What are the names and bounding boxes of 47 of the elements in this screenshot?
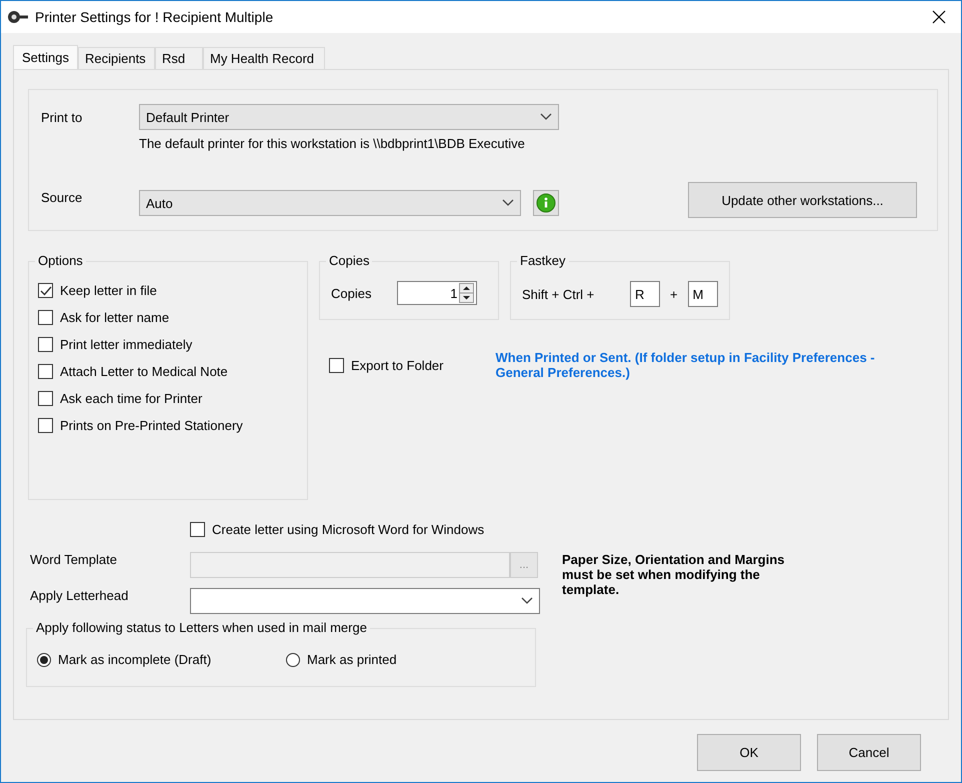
- default-printer-note: The default printer for this workstation is \\bdbprint1\BDB Executive: [139, 135, 526, 153]
- checkbox[interactable]: Print letter immediately: [38, 337, 307, 352]
- tab[interactable]: Recipients: [78, 47, 155, 69]
- field-label: Print to: [41, 109, 84, 127]
- template-note: Paper Size, Orientation and Margins must be set when modifying the template.: [562, 552, 786, 597]
- field-label: Shift + Ctrl +: [522, 286, 596, 302]
- tab[interactable]: My Health Record: [202, 47, 325, 69]
- update-workstations-button[interactable]: Update other workstations...: [688, 182, 917, 218]
- plus-label: +: [670, 286, 678, 302]
- printer-dropdown[interactable]: Default Printer: [139, 104, 559, 130]
- window-title: Printer Settings for ! Recipient Multiple: [35, 9, 274, 25]
- key-field[interactable]: R: [630, 281, 660, 307]
- letterhead-dropdown[interactable]: [190, 588, 540, 614]
- chevron-down-icon: [521, 597, 533, 605]
- field-label: Copies: [331, 286, 372, 300]
- group-title: Copies: [326, 253, 372, 268]
- group-title: Options: [35, 253, 86, 268]
- checkbox[interactable]: Keep letter in file: [38, 283, 307, 298]
- copies-spinner[interactable]: 1: [397, 281, 478, 305]
- checkmark-icon: [40, 286, 52, 296]
- checkbox[interactable]: Create letter using Microsoft Word for Windows: [190, 522, 938, 537]
- checkbox[interactable]: Attach Letter to Medical Note: [38, 364, 307, 379]
- checkbox[interactable]: Ask for letter name: [38, 310, 307, 325]
- radio-label[interactable]: Mark as incomplete (Draft): [58, 652, 212, 667]
- close-icon: [932, 10, 946, 24]
- source-dropdown[interactable]: Auto: [139, 190, 522, 216]
- field-label: Word Template: [30, 551, 117, 567]
- info-button[interactable]: [533, 190, 559, 216]
- checkbox[interactable]: Prints on Pre-Printed Stationery: [38, 418, 307, 433]
- group-title: Fastkey: [517, 253, 569, 268]
- chevron-down-icon: [502, 199, 514, 207]
- chevron-down-icon: [540, 113, 552, 121]
- export-note: When Printed or Sent. (If folder setup in Facility Preferences - General Preferences.): [496, 350, 876, 380]
- field-label: Source: [41, 189, 84, 207]
- checkbox[interactable]: Export to Folder: [329, 350, 444, 380]
- radio-label[interactable]: Mark as printed: [307, 652, 397, 667]
- radio-button[interactable]: [286, 652, 300, 666]
- checkbox[interactable]: Ask each time for Printer: [38, 391, 307, 406]
- key-field[interactable]: M: [688, 281, 718, 307]
- gear-key-icon: [7, 10, 29, 24]
- tab[interactable]: Rsd: [154, 47, 203, 69]
- group-title: Apply following status to Letters when used in mail merge: [33, 620, 370, 635]
- cancel-button[interactable]: Cancel: [817, 734, 921, 771]
- field-label: Apply Letterhead: [30, 587, 128, 603]
- tab[interactable]: Settings: [13, 45, 78, 69]
- ok-button[interactable]: OK: [697, 734, 801, 771]
- radio-button[interactable]: [37, 652, 51, 666]
